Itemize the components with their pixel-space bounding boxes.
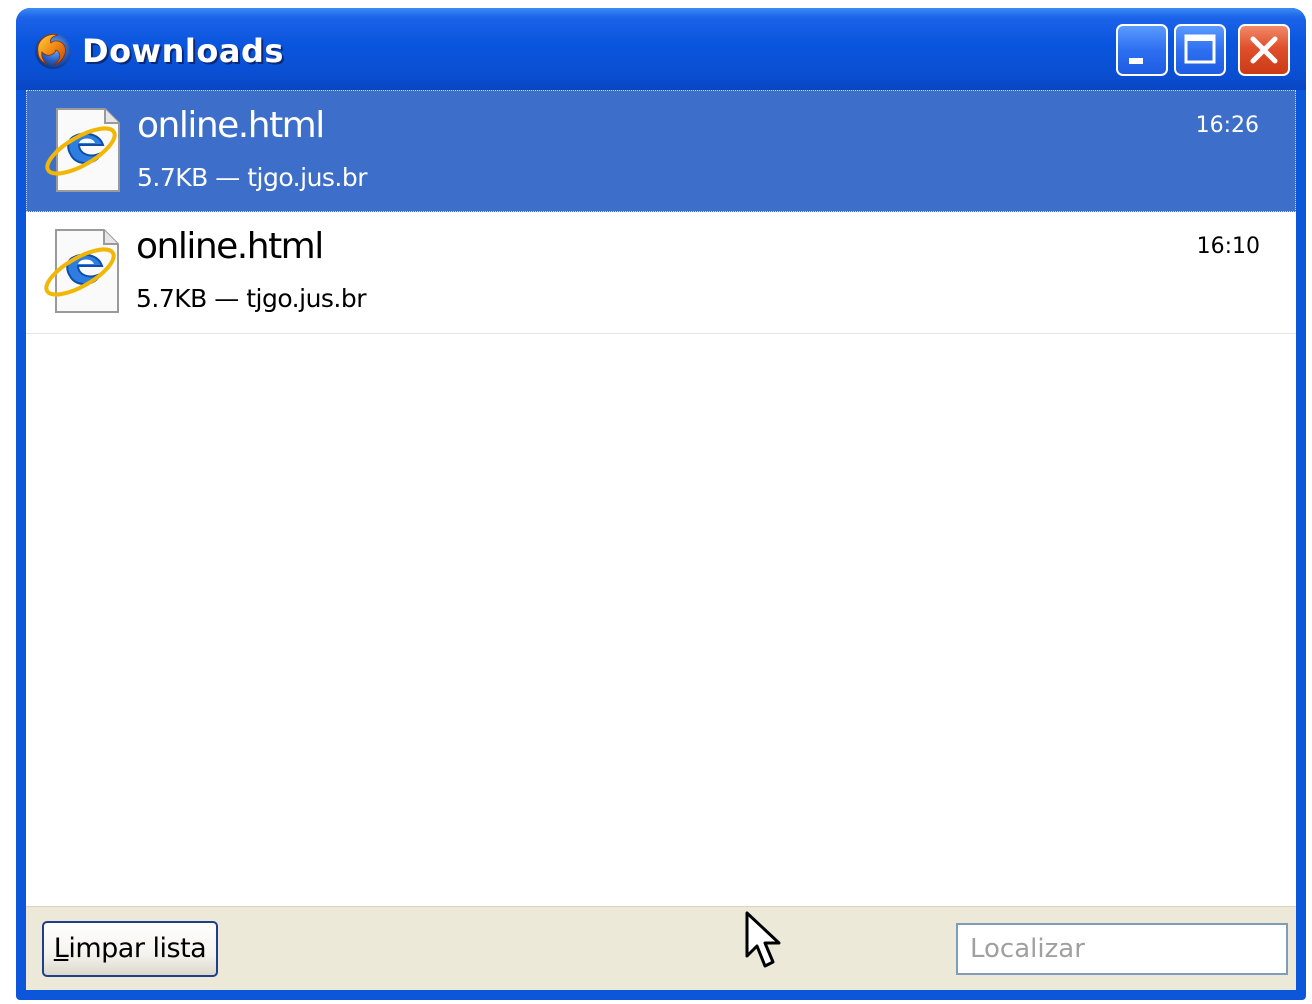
- download-item[interactable]: online.html 5.7KB — tjgo.jus.br 16:26: [26, 90, 1296, 212]
- internet-explorer-file-icon: [45, 108, 120, 192]
- download-details: 5.7KB — tjgo.jus.br: [136, 284, 367, 313]
- download-time: 16:10: [1196, 234, 1260, 259]
- minimize-button[interactable]: [1116, 24, 1168, 76]
- maximize-button[interactable]: [1174, 24, 1226, 76]
- downloads-list[interactable]: online.html 5.7KB — tjgo.jus.br 16:26 on…: [26, 90, 1296, 906]
- clear-list-button[interactable]: Limpar lista: [42, 921, 218, 977]
- clear-list-label: impar lista: [68, 933, 207, 964]
- download-time: 16:26: [1195, 113, 1259, 138]
- download-item[interactable]: online.html 5.7KB — tjgo.jus.br 16:10: [26, 212, 1296, 334]
- download-filename: online.html: [136, 226, 324, 267]
- title-bar[interactable]: Downloads: [16, 8, 1306, 90]
- download-details: 5.7KB — tjgo.jus.br: [137, 163, 368, 192]
- maximize-icon: [1184, 34, 1216, 64]
- window-content: online.html 5.7KB — tjgo.jus.br 16:26 on…: [26, 90, 1296, 990]
- window-title: Downloads: [82, 32, 284, 70]
- minimize-icon: [1129, 58, 1143, 64]
- clear-list-accelerator: L: [53, 933, 69, 964]
- internet-explorer-file-icon: [44, 229, 119, 313]
- downloads-window: Downloads online.html 5.7KB — tjgo.jus.b…: [16, 8, 1306, 1000]
- search-input[interactable]: [956, 923, 1288, 975]
- download-filename: online.html: [137, 105, 325, 146]
- mouse-cursor-icon: [745, 911, 781, 968]
- firefox-icon: [35, 33, 71, 69]
- downloads-footer: Limpar lista: [26, 906, 1296, 990]
- close-icon: [1250, 36, 1278, 64]
- close-button[interactable]: [1238, 24, 1290, 76]
